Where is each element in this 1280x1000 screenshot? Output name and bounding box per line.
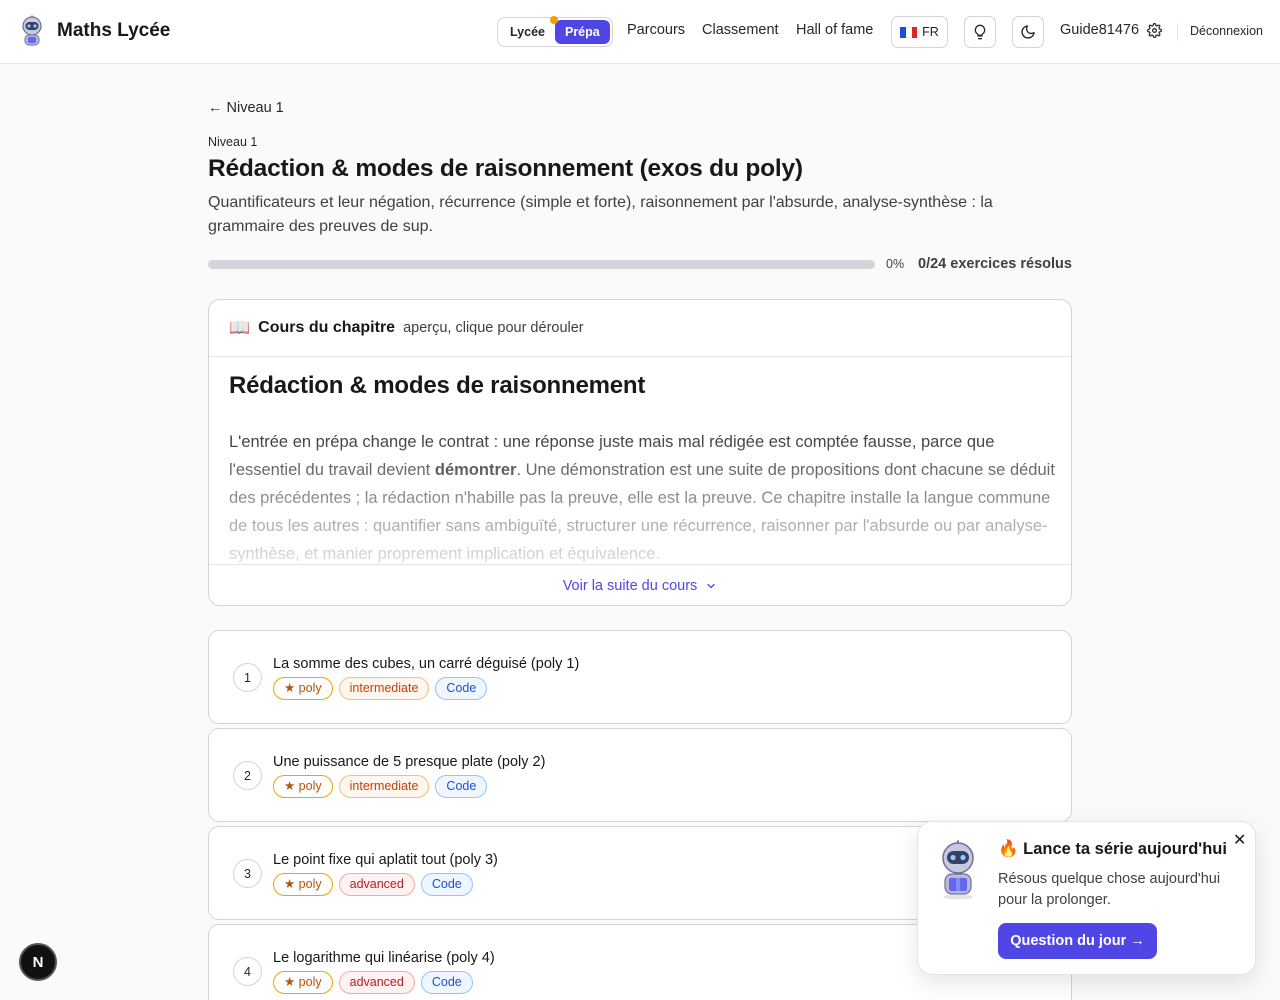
course-text-bold: démontrer — [434, 461, 517, 479]
page-title: Rédaction & modes de raisonnement (exos … — [208, 155, 803, 182]
progress-percent: 0% — [886, 257, 905, 271]
course-card-header[interactable]: 📖 Cours du chapitre aperçu, clique pour … — [209, 300, 1071, 357]
exercise-title: Une puissance de 5 presque plate (poly 2… — [273, 754, 546, 770]
arrow-left-icon: ← — [208, 100, 223, 116]
popup-text: Résous quelque chose aujourd'hui pour la… — [998, 871, 1221, 908]
exercise-number: 3 — [233, 859, 262, 888]
chevron-down-icon — [707, 583, 715, 588]
lightbulb-icon — [974, 24, 986, 40]
exercise-title: Le point fixe qui aplatit tout (poly 3) — [273, 852, 498, 868]
brand[interactable]: Maths Lycée — [17, 15, 170, 47]
course-card: 📖 Cours du chapitre aperçu, clique pour … — [208, 299, 1072, 606]
exercise-card[interactable]: 2 Une puissance de 5 presque plate (poly … — [208, 728, 1072, 822]
exercise-number: 4 — [233, 957, 262, 986]
tag-poly: ★ poly — [273, 775, 333, 798]
exercise-title: La somme des cubes, un carré déguisé (po… — [273, 656, 580, 672]
nav-classement[interactable]: Classement — [702, 22, 779, 38]
robot-mascot-icon — [22, 15, 42, 46]
moon-icon — [1021, 25, 1035, 39]
progress-bar — [208, 260, 875, 269]
logout-link[interactable]: Déconnexion — [1190, 24, 1263, 38]
course-text: L'entrée en prépa change le contrat : un… — [229, 428, 1055, 564]
robot-mascot-icon — [942, 840, 974, 900]
gear-icon[interactable] — [1147, 22, 1162, 38]
tag-code: Code — [420, 873, 473, 896]
exercise-card[interactable]: 1 La somme des cubes, un carré déguisé (p… — [208, 630, 1072, 724]
tag-code: Code — [435, 775, 488, 798]
chapter-description: Quantificateurs et leur négation, récurr… — [208, 194, 993, 235]
notification-dot — [550, 16, 558, 24]
tag-adv: advanced — [338, 971, 415, 994]
tag-poly: ★ poly — [273, 677, 333, 700]
tag-code: Code — [435, 677, 488, 700]
theme-toggle-button[interactable] — [1012, 16, 1044, 48]
level-option-prepa[interactable]: Prépa — [554, 20, 610, 44]
book-icon: 📖 — [229, 318, 251, 337]
show-more-label: Voir la suite du cours — [562, 577, 698, 594]
close-icon[interactable]: ✕ — [1233, 830, 1246, 850]
tag-poly: ★ poly — [273, 873, 333, 896]
exercise-tags: ★ poly intermediate Code — [273, 775, 488, 798]
back-link[interactable]: ← Niveau 1 — [208, 100, 284, 116]
username: Guide81476 — [1060, 22, 1140, 38]
language-switch[interactable]: FR — [891, 16, 948, 48]
course-title: Rédaction & modes de raisonnement — [229, 372, 646, 399]
exercise-tags: ★ poly advanced Code — [273, 971, 473, 994]
course-preview: Rédaction & modes de raisonnement L'entr… — [229, 372, 1055, 564]
exercise-number: 1 — [233, 663, 262, 692]
chapter-level: Niveau 1 — [208, 135, 258, 149]
dev-tools-badge[interactable]: N — [19, 943, 57, 981]
exercise-title: Le logarithme qui linéarise (poly 4) — [273, 950, 495, 966]
course-card-hint: aperçu, clique pour dérouler — [403, 320, 584, 336]
tag-poly: ★ poly — [273, 971, 333, 994]
exercise-tags: ★ poly intermediate Code — [273, 677, 488, 700]
tip-button[interactable] — [964, 16, 996, 48]
tag-inter: intermediate — [338, 775, 430, 798]
level-option-lycee[interactable]: Lycée — [500, 20, 555, 44]
show-more-course-button[interactable]: Voir la suite du cours — [209, 564, 1071, 605]
level-toggle[interactable]: Lycée Prépa — [497, 16, 613, 47]
tag-code: Code — [420, 971, 473, 994]
nav-parcours[interactable]: Parcours — [627, 22, 685, 38]
france-flag-icon — [900, 26, 918, 38]
top-bar: Maths Lycée Lycée Prépa Parcours Classem… — [0, 0, 1280, 64]
user-menu[interactable]: Guide81476 — [1060, 22, 1162, 38]
tag-adv: advanced — [338, 873, 415, 896]
streak-popup: ✕ 🔥 Lance ta série aujourd'hui Résous qu… — [917, 821, 1256, 975]
progress-count: 0/24 exercices résolus — [918, 256, 1072, 272]
exercise-tags: ★ poly advanced Code — [273, 873, 473, 896]
course-card-title: Cours du chapitre — [258, 319, 396, 336]
popup-title: 🔥 Lance ta série aujourd'hui — [998, 840, 1227, 858]
nav-hall-of-fame[interactable]: Hall of fame — [796, 22, 873, 38]
language-label: FR — [922, 25, 939, 39]
back-link-label: Niveau 1 — [226, 100, 284, 116]
header-divider — [1177, 23, 1178, 41]
question-of-the-day-button[interactable]: Question du jour → — [998, 923, 1157, 959]
exercise-number: 2 — [233, 761, 262, 790]
tag-inter: intermediate — [338, 677, 430, 700]
brand-name: Maths Lycée — [57, 20, 171, 41]
